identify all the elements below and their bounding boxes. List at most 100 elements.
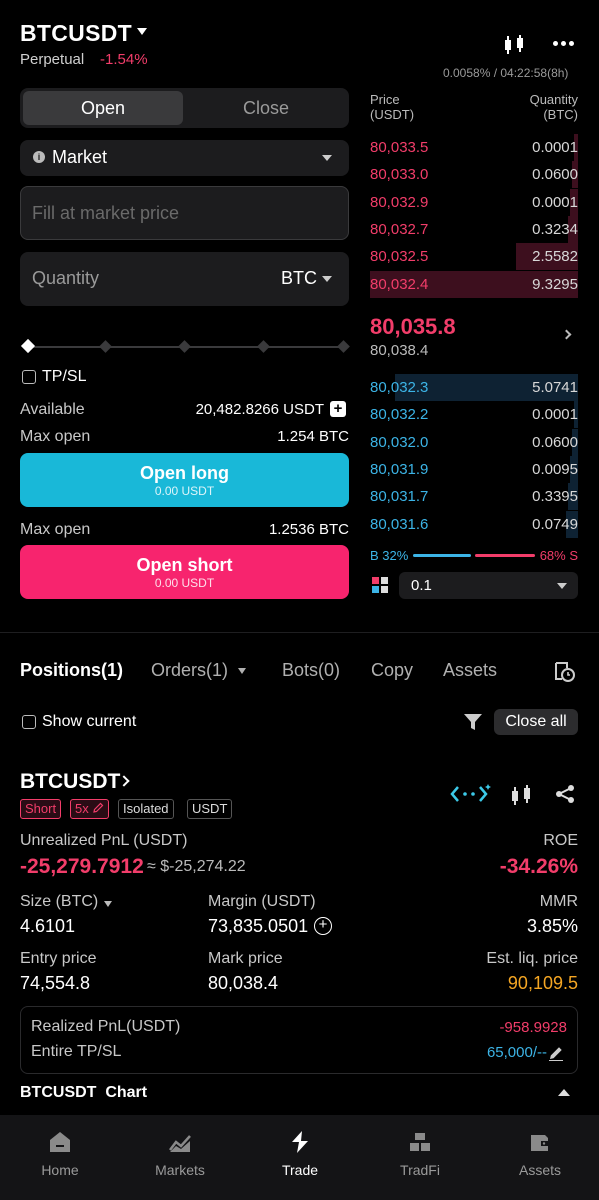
bid-row[interactable]: 80,031.6 0.0749	[370, 510, 578, 538]
chevron-up-icon[interactable]	[558, 1089, 570, 1096]
settle-currency-badge: USDT	[187, 799, 233, 819]
transfer-plus-icon[interactable]: +	[330, 401, 346, 417]
bid-row[interactable]: 80,031.7 0.3395	[370, 483, 578, 511]
size-label[interactable]: Size (BTC)	[20, 893, 98, 911]
symbol-title[interactable]: BTCUSDT	[20, 20, 132, 47]
show-current-label: Show current	[42, 713, 137, 730]
ask-row[interactable]: 80,033.0 0.0600	[370, 161, 578, 189]
leverage-value: 5x	[75, 801, 89, 816]
nav-assets[interactable]: Assets	[480, 1115, 599, 1200]
contract-type: Perpetual	[20, 51, 85, 68]
chevron-down-icon[interactable]	[104, 901, 112, 907]
tab-orders[interactable]: Orders(1)	[151, 660, 228, 681]
entire-tpsl-value: 65,000/--	[486, 1044, 547, 1061]
price-change: -1.54%	[100, 51, 148, 68]
filter-icon[interactable]	[463, 713, 483, 731]
assets-icon	[531, 1135, 549, 1151]
show-current-checkbox[interactable]	[22, 715, 36, 729]
chevron-down-icon	[322, 276, 332, 282]
bid-row[interactable]: 80,031.9 0.0095	[370, 455, 578, 483]
nav-tradfi[interactable]: TradFi	[360, 1115, 480, 1200]
mmr-value: 3.85%	[526, 916, 578, 936]
entire-tpsl-label: Entire TP/SL	[31, 1043, 122, 1060]
liquidation-price-value: 90,109.5	[507, 973, 578, 993]
bid-row[interactable]: 80,032.3 5.0741	[370, 374, 578, 401]
tab-copy[interactable]: Copy	[371, 660, 413, 681]
leverage-badge[interactable]: 5x	[70, 799, 110, 819]
edit-icon[interactable]	[548, 1045, 564, 1061]
quantity-unit-select[interactable]: BTC	[281, 268, 317, 289]
slider-step-25[interactable]	[99, 340, 112, 353]
share-icon[interactable]	[555, 784, 575, 804]
nav-markets[interactable]: Markets	[120, 1115, 240, 1200]
symbol-dropdown-icon[interactable]	[137, 28, 147, 35]
chevron-down-icon[interactable]	[238, 668, 246, 674]
edit-icon	[93, 802, 104, 813]
tab-close[interactable]: Close	[186, 91, 346, 125]
ask-price: 80,032.4	[370, 275, 429, 293]
more-menu-icon[interactable]	[553, 41, 575, 47]
position-symbol[interactable]: BTCUSDT	[20, 770, 120, 794]
mark-price: 80,038.4	[370, 342, 429, 359]
chevron-down-icon	[322, 155, 332, 161]
last-price: 80,035.8	[370, 314, 456, 339]
open-short-label: Open short	[136, 554, 233, 575]
slider-step-50[interactable]	[178, 340, 191, 353]
chart-toggle-label[interactable]: BTCUSDT Chart	[20, 1084, 147, 1102]
margin-label: Margin (USDT)	[208, 893, 316, 910]
entry-price-value: 74,554.8	[20, 973, 91, 993]
tab-assets[interactable]: Assets	[443, 660, 497, 681]
tradfi-icon	[410, 1133, 430, 1151]
tpsl-checkbox[interactable]	[22, 370, 36, 384]
slider-handle[interactable]	[20, 338, 36, 354]
ai-assistant-icon[interactable]	[450, 783, 492, 805]
ask-row[interactable]: 80,032.5 2.5582	[370, 243, 578, 271]
tpsl-label: TP/SL	[42, 368, 87, 385]
bid-price: 80,032.2	[370, 406, 429, 424]
mark-price-value: 80,038.4	[208, 973, 279, 993]
ask-price: 80,033.5	[370, 139, 429, 156]
max-open-short-value: 1.2536 BTC	[268, 521, 349, 538]
max-open-long-value: 1.254 BTC	[277, 428, 349, 445]
orderbook-layout-icon[interactable]	[372, 577, 388, 593]
ask-row[interactable]: 80,032.9 0.0001	[370, 188, 578, 216]
ask-price: 80,032.5	[370, 248, 429, 266]
price-input[interactable]	[20, 186, 349, 240]
nav-home[interactable]: Home	[0, 1115, 120, 1200]
tab-bots[interactable]: Bots(0)	[282, 660, 340, 681]
funding-rate-text: 0.0058% / 04:22:58(8h)	[443, 66, 569, 80]
tab-open[interactable]: Open	[23, 91, 183, 125]
chevron-down-icon	[557, 583, 567, 589]
ask-price: 80,032.9	[370, 193, 429, 211]
sell-ratio: 68% S	[539, 548, 578, 563]
slider-step-75[interactable]	[257, 340, 270, 353]
bid-row[interactable]: 80,032.2 0.0001	[370, 401, 578, 429]
bid-price: 80,032.0	[370, 433, 429, 451]
candlestick-chart-icon[interactable]	[502, 33, 526, 57]
chevron-right-icon[interactable]	[561, 329, 572, 340]
candlestick-chart-icon[interactable]	[510, 783, 532, 807]
bid-row[interactable]: 80,032.0 0.0600	[370, 428, 578, 456]
bid-quantity: 0.0600	[532, 433, 578, 451]
close-all-button[interactable]: Close all	[494, 709, 578, 735]
tab-positions[interactable]: Positions(1)	[20, 660, 123, 681]
available-value: 20,482.8266 USDT	[195, 401, 324, 418]
add-margin-icon[interactable]: +	[314, 917, 332, 935]
slider-step-100[interactable]	[337, 340, 350, 353]
bid-quantity: 0.0001	[532, 406, 578, 424]
mmr-label: MMR	[539, 893, 578, 910]
ask-row[interactable]: 80,033.5 0.0001	[370, 134, 578, 161]
liquidation-price-label: Est. liq. price	[486, 950, 578, 967]
ask-row[interactable]: 80,032.4 9.3295	[370, 270, 578, 298]
open-short-button[interactable]: Open short 0.00 USDT	[20, 545, 349, 599]
markets-icon	[169, 1135, 191, 1152]
price-header-line1: Price	[370, 92, 400, 107]
ask-row[interactable]: 80,032.7 0.3234	[370, 215, 578, 243]
unrealized-pnl-label: Unrealized PnL (USDT)	[20, 832, 188, 849]
mark-price-label: Mark price	[208, 950, 283, 967]
buy-ratio: B 32%	[370, 548, 409, 563]
open-long-button[interactable]: Open long 0.00 USDT	[20, 453, 349, 507]
info-icon[interactable]: i	[33, 151, 45, 163]
nav-trade[interactable]: Trade	[240, 1115, 360, 1200]
history-icon[interactable]	[553, 660, 575, 682]
